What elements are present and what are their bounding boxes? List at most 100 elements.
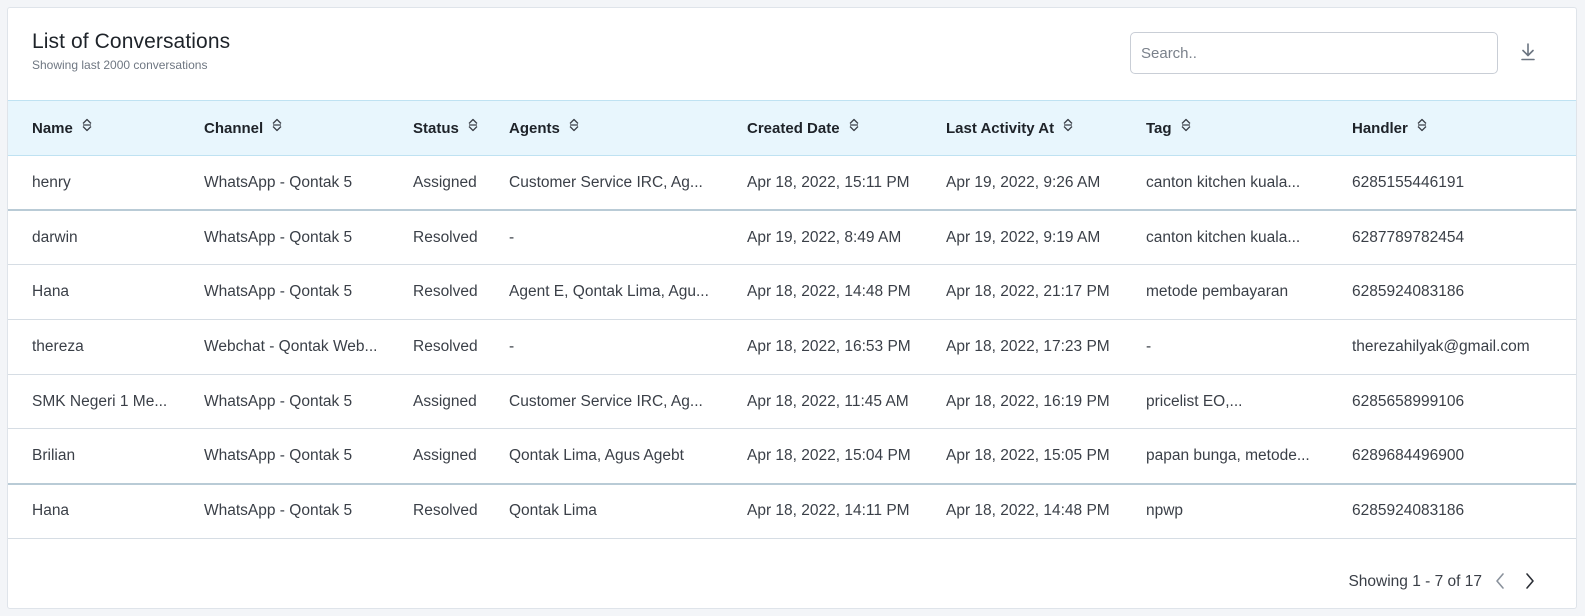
cell-handler: therezahilyak@gmail.com: [1328, 319, 1576, 375]
download-icon: [1521, 43, 1535, 61]
cell-last-activity-at: Apr 18, 2022, 15:05 PM: [922, 428, 1122, 485]
cell-channel: WhatsApp - Qontak 5: [180, 428, 389, 485]
cell-channel: WhatsApp - Qontak 5: [180, 264, 389, 321]
cell-agents: Customer Service IRC, Ag...: [485, 374, 723, 430]
cell-tag: metode pembayaran: [1122, 264, 1328, 321]
cell-last-activity-at: Apr 19, 2022, 9:19 AM: [922, 210, 1122, 266]
column-header-label: Created Date: [747, 119, 840, 137]
sort-icon[interactable]: [1062, 118, 1074, 136]
table-row[interactable]: SMK Negeri 1 Me... WhatsApp - Qontak 5 Ass…: [8, 374, 1576, 430]
column-header-label: Name: [32, 119, 73, 137]
chevron-right-icon: [1526, 573, 1534, 589]
cell-handler: 6285155446191: [1328, 155, 1576, 212]
pagination: Showing 1 - 7 of 17: [8, 548, 1576, 608]
column-header-label: Channel: [204, 119, 264, 137]
cell-handler: 6285924083186: [1328, 264, 1576, 321]
table-row[interactable]: thereza Webchat - Qontak Web... Resolved - A…: [8, 319, 1576, 375]
cell-tag: papan bunga, metode...: [1122, 428, 1328, 485]
card-header: List of Conversations Showing last 2000 …: [8, 8, 1576, 100]
column-header-created-date[interactable]: Created Date: [723, 100, 922, 156]
column-header-last-activity-at[interactable]: Last Activity At: [922, 100, 1122, 156]
page-subtitle: Showing last 2000 conversations: [32, 58, 208, 72]
column-header-agents[interactable]: Agents: [485, 100, 723, 156]
search-input[interactable]: [1130, 32, 1498, 74]
table-body: henry WhatsApp - Qontak 5 Assigned Customer…: [8, 155, 1576, 539]
sort-icon[interactable]: [1180, 118, 1192, 136]
column-header-status[interactable]: Status: [389, 100, 485, 156]
cell-last-activity-at: Apr 18, 2022, 16:19 PM: [922, 374, 1122, 430]
table-row[interactable]: Brilian WhatsApp - Qontak 5 Assigned Qontak…: [8, 428, 1576, 485]
sort-icon[interactable]: [1416, 118, 1428, 136]
column-header-label: Agents: [509, 119, 560, 137]
cell-handler: 6289684496900: [1328, 428, 1576, 485]
column-header-handler[interactable]: Handler: [1328, 100, 1576, 156]
cell-status: Resolved: [389, 319, 485, 375]
cell-name: Hana: [8, 483, 180, 539]
cell-created-date: Apr 19, 2022, 8:49 AM: [723, 210, 922, 266]
sort-icon[interactable]: [81, 118, 93, 136]
column-header-label: Last Activity At: [946, 119, 1055, 137]
next-page-button[interactable]: [1520, 569, 1540, 593]
cell-agents: Qontak Lima, Agus Agebt: [485, 428, 723, 485]
cell-name: SMK Negeri 1 Me...: [8, 374, 180, 430]
cell-created-date: Apr 18, 2022, 14:11 PM: [723, 483, 922, 539]
cell-last-activity-at: Apr 18, 2022, 17:23 PM: [922, 319, 1122, 375]
cell-handler: 6285658999106: [1328, 374, 1576, 430]
cell-tag: canton kitchen kuala...: [1122, 155, 1328, 212]
cell-last-activity-at: Apr 18, 2022, 14:48 PM: [922, 483, 1122, 539]
table-row[interactable]: Hana WhatsApp - Qontak 5 Resolved Qontak Li…: [8, 483, 1576, 539]
table-row[interactable]: darwin WhatsApp - Qontak 5 Resolved - Apr 19…: [8, 210, 1576, 266]
cell-tag: -: [1122, 319, 1328, 375]
sort-icon[interactable]: [568, 118, 580, 136]
table-row[interactable]: henry WhatsApp - Qontak 5 Assigned Customer…: [8, 155, 1576, 212]
column-header-channel[interactable]: Channel: [180, 100, 389, 156]
column-header-label: Handler: [1352, 119, 1408, 137]
cell-name: henry: [8, 155, 180, 212]
sort-icon[interactable]: [467, 118, 479, 136]
column-header-tag[interactable]: Tag: [1122, 100, 1328, 156]
cell-status: Resolved: [389, 483, 485, 539]
download-button[interactable]: [1516, 40, 1540, 64]
conversations-table: Name Channel Status Agents Created Date Last …: [8, 100, 1576, 539]
pagination-status: Showing 1 - 7 of 17: [1348, 573, 1482, 590]
table-row[interactable]: Hana WhatsApp - Qontak 5 Resolved Agent E, …: [8, 264, 1576, 321]
cell-tag: canton kitchen kuala...: [1122, 210, 1328, 266]
cell-channel: WhatsApp - Qontak 5: [180, 210, 389, 266]
previous-page-button[interactable]: [1490, 569, 1510, 593]
conversations-card: List of Conversations Showing last 2000 …: [7, 7, 1577, 609]
sort-icon[interactable]: [848, 118, 860, 136]
cell-agents: Qontak Lima: [485, 483, 723, 539]
cell-channel: WhatsApp - Qontak 5: [180, 155, 389, 212]
chevron-left-icon: [1496, 573, 1504, 589]
cell-agents: Agent E, Qontak Lima, Agu...: [485, 264, 723, 321]
column-header-name[interactable]: Name: [8, 100, 180, 156]
cell-created-date: Apr 18, 2022, 15:04 PM: [723, 428, 922, 485]
page-title: List of Conversations: [32, 30, 231, 53]
cell-agents: -: [485, 319, 723, 375]
cell-status: Assigned: [389, 428, 485, 485]
cell-name: Hana: [8, 264, 180, 321]
cell-status: Resolved: [389, 264, 485, 321]
cell-created-date: Apr 18, 2022, 15:11 PM: [723, 155, 922, 212]
cell-status: Resolved: [389, 210, 485, 266]
cell-status: Assigned: [389, 155, 485, 212]
cell-name: Brilian: [8, 428, 180, 485]
cell-channel: Webchat - Qontak Web...: [180, 319, 389, 375]
cell-handler: 6285924083186: [1328, 483, 1576, 539]
column-header-label: Tag: [1146, 119, 1172, 137]
table-header-row: Name Channel Status Agents Created Date Last …: [8, 100, 1576, 156]
cell-tag: pricelist EO,...: [1122, 374, 1328, 430]
cell-name: darwin: [8, 210, 180, 266]
cell-handler: 6287789782454: [1328, 210, 1576, 266]
cell-channel: WhatsApp - Qontak 5: [180, 374, 389, 430]
cell-agents: Customer Service IRC, Ag...: [485, 155, 723, 212]
cell-created-date: Apr 18, 2022, 16:53 PM: [723, 319, 922, 375]
cell-last-activity-at: Apr 18, 2022, 21:17 PM: [922, 264, 1122, 321]
sort-icon[interactable]: [271, 118, 283, 136]
cell-tag: npwp: [1122, 483, 1328, 539]
column-header-label: Status: [413, 119, 459, 137]
cell-last-activity-at: Apr 19, 2022, 9:26 AM: [922, 155, 1122, 212]
cell-status: Assigned: [389, 374, 485, 430]
cell-name: thereza: [8, 319, 180, 375]
cell-created-date: Apr 18, 2022, 11:45 AM: [723, 374, 922, 430]
